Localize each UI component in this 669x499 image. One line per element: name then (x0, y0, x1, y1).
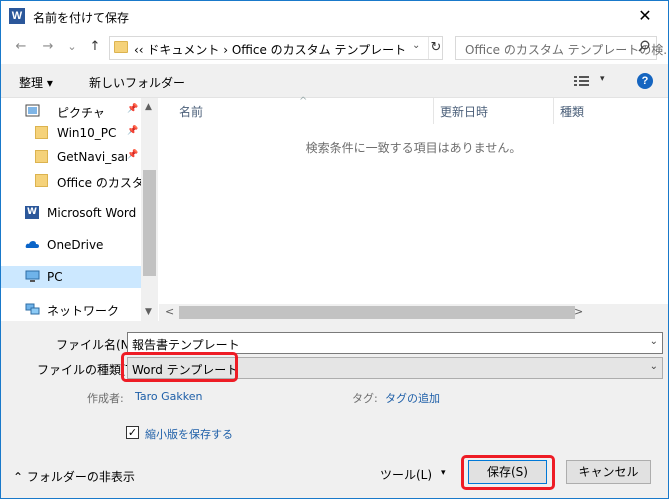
pin-icon: 📌 (127, 104, 139, 114)
address-path[interactable]: ‹‹ ドキュメント › Office のカスタム テンプレート (134, 41, 406, 58)
close-button[interactable]: ✕ (622, 1, 668, 32)
filetype-value[interactable]: Word テンプレート (132, 361, 238, 378)
nav-item-label: ネットワーク (47, 304, 120, 318)
empty-results-message: 検索条件に一致する項目はありません。 (305, 141, 522, 155)
scroll-thumb[interactable] (179, 306, 575, 319)
nav-item-label: Win10_PC (57, 126, 117, 140)
folder-icon (35, 150, 48, 163)
title-bar: W 名前を付けて保存 ✕ (1, 1, 668, 32)
nav-pane-scrollbar[interactable]: ▲ ▼ (141, 98, 158, 321)
tags-value[interactable]: タグの追加 (385, 390, 440, 406)
column-divider[interactable] (553, 98, 554, 124)
forward-button[interactable]: → (39, 38, 57, 56)
save-thumbnail-checkbox[interactable]: ✓ (126, 426, 139, 439)
scroll-left-arrow[interactable]: < (165, 305, 174, 318)
dialog-title: 名前を付けて保存 (33, 11, 130, 25)
pin-icon: 📌 (127, 126, 139, 136)
pictures-icon (25, 104, 40, 117)
column-header-date-modified[interactable]: 更新日時 (440, 103, 488, 129)
nav-item-network[interactable]: ネットワーク (1, 298, 141, 320)
nav-item-office-templates[interactable]: Office のカスタム テ (1, 170, 141, 192)
nav-item-label: ピクチャ (57, 106, 105, 120)
up-button[interactable]: ↑ (86, 38, 104, 56)
nav-item-pictures[interactable]: ピクチャ 📌 (1, 100, 141, 122)
folder-icon (114, 41, 128, 53)
filename-value[interactable]: 報告書テンプレート (132, 336, 240, 353)
recent-locations-button[interactable]: ⌄ (63, 38, 81, 56)
author-label: 作成者: (87, 392, 124, 405)
tools-button[interactable]: ツール(L) (380, 466, 432, 483)
save-thumbnail-label[interactable]: 縮小版を保存する (145, 426, 233, 442)
folder-icon (35, 126, 48, 139)
chevron-down-icon[interactable]: ⌄ (650, 336, 658, 347)
save-options-panel: ファイル名(N): 報告書テンプレート ⌄ ファイルの種類(T): Word テ… (1, 321, 668, 498)
back-button[interactable]: ← (12, 38, 30, 56)
nav-item-label: PC (47, 270, 63, 284)
word-icon: W (25, 206, 39, 219)
nav-item-label: Office のカスタム テ (57, 176, 141, 190)
scroll-up-arrow[interactable]: ▲ (145, 102, 152, 112)
file-list-horizontal-scrollbar[interactable]: < > (159, 304, 668, 321)
nav-item-win10-pc[interactable]: Win10_PC 📌 (1, 122, 141, 144)
tags-label: タグ: (352, 392, 378, 405)
author-value[interactable]: Taro Gakken (135, 390, 203, 403)
tools-dropdown-icon[interactable]: ▾ (441, 468, 446, 478)
address-dropdown-icon[interactable]: ⌄ (412, 40, 420, 51)
save-as-dialog: W 名前を付けて保存 ✕ ← → ⌄ ↑ ‹‹ ドキュメント › Office … (0, 0, 669, 499)
filetype-select[interactable]: Word テンプレート ⌄ (127, 357, 663, 379)
onedrive-cloud-icon (25, 241, 39, 248)
cancel-button[interactable]: キャンセル (566, 460, 651, 484)
save-button[interactable]: 保存(S) (468, 460, 547, 484)
network-icon (25, 303, 40, 315)
scroll-thumb[interactable] (143, 170, 156, 276)
search-input[interactable]: Office のカスタム テンプレートの検... (455, 36, 668, 60)
address-bar[interactable]: ‹‹ ドキュメント › Office のカスタム テンプレート ⌄ ↻ (109, 36, 443, 60)
view-options-icon[interactable] (573, 74, 591, 88)
search-icon (638, 40, 650, 52)
hide-folders-button[interactable]: ⌃ フォルダーの非表示 (13, 468, 135, 485)
nav-item-pc[interactable]: PC (1, 266, 141, 288)
nav-item-microsoft-word[interactable]: W Microsoft Word (1, 202, 141, 224)
folder-icon (35, 174, 48, 187)
scroll-down-arrow[interactable]: ▼ (145, 307, 152, 317)
navigation-bar: ← → ⌄ ↑ ‹‹ ドキュメント › Office のカスタム テンプレート … (1, 32, 668, 64)
column-header-type[interactable]: 種類 (560, 103, 584, 129)
navigation-pane: ピクチャ 📌 Win10_PC 📌 GetNavi_samp 📌 Office … (1, 98, 158, 321)
pc-monitor-icon (25, 270, 40, 282)
refresh-button[interactable]: ↻ (428, 37, 443, 59)
file-list: 名前 ^ 更新日時 種類 検索条件に一致する項目はありません。 < > (159, 96, 668, 321)
view-dropdown-icon[interactable]: ▾ (600, 74, 605, 84)
column-header-name[interactable]: 名前 (179, 103, 203, 129)
pin-icon: 📌 (127, 150, 139, 160)
nav-item-label: GetNavi_samp (57, 150, 127, 164)
command-bar: 整理 ▾ 新しいフォルダー ▾ ? (1, 64, 668, 98)
nav-item-label: Microsoft Word (47, 206, 137, 220)
nav-item-label: OneDrive (47, 238, 104, 252)
nav-item-onedrive[interactable]: OneDrive (1, 234, 141, 256)
word-app-icon: W (9, 8, 25, 24)
new-folder-button[interactable]: 新しいフォルダー (89, 74, 185, 91)
column-divider[interactable] (433, 98, 434, 124)
organize-button[interactable]: 整理 ▾ (19, 74, 53, 91)
help-icon[interactable]: ? (637, 73, 653, 89)
nav-item-getnavi[interactable]: GetNavi_samp 📌 (1, 146, 141, 168)
sort-ascending-icon: ^ (299, 96, 308, 107)
chevron-down-icon[interactable]: ⌄ (650, 361, 658, 372)
scroll-right-arrow[interactable]: > (574, 305, 583, 318)
filename-input[interactable]: 報告書テンプレート ⌄ (127, 332, 663, 354)
